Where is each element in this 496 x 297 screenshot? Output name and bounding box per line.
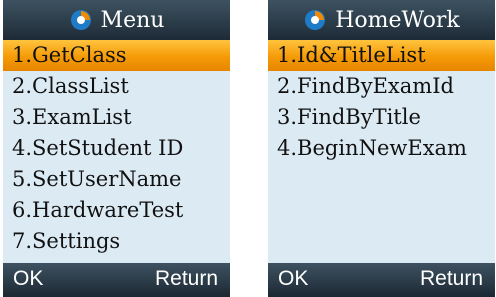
menu-screen: Menu 1.GetClass 2.ClassList 3.ExamList 4… — [3, 0, 230, 297]
menu-item-begin-new-exam[interactable]: 4.BeginNewExam — [268, 133, 495, 164]
menu-item-find-by-title[interactable]: 3.FindByTitle — [268, 102, 495, 133]
menu-item-set-student-id[interactable]: 4.SetStudent ID — [3, 133, 230, 164]
screen-title: Menu — [100, 7, 165, 33]
title-bar: Menu — [3, 0, 230, 40]
menu-item-set-user-name[interactable]: 5.SetUserName — [3, 164, 230, 195]
softkey-bar: OK Return — [268, 263, 495, 297]
menu-item-exam-list[interactable]: 3.ExamList — [3, 102, 230, 133]
ok-softkey[interactable]: OK — [278, 267, 308, 291]
return-softkey[interactable]: Return — [420, 267, 483, 291]
menu-item-settings[interactable]: 7.Settings — [3, 226, 230, 257]
screen-title: HomeWork — [335, 7, 460, 33]
homework-screen: HomeWork 1.Id&TitleList 2.FindByExamId 3… — [268, 0, 495, 297]
menu-item-get-class[interactable]: 1.GetClass — [3, 40, 230, 71]
menu-item-find-by-exam-id[interactable]: 2.FindByExamId — [268, 71, 495, 102]
ok-softkey[interactable]: OK — [13, 267, 43, 291]
menu-item-hardware-test[interactable]: 6.HardwareTest — [3, 195, 230, 226]
app-logo-icon — [69, 8, 93, 32]
menu-list: 1.GetClass 2.ClassList 3.ExamList 4.SetS… — [3, 40, 230, 257]
menu-item-class-list[interactable]: 2.ClassList — [3, 71, 230, 102]
menu-item-id-title-list[interactable]: 1.Id&TitleList — [268, 40, 495, 71]
app-logo-icon — [303, 8, 327, 32]
softkey-bar: OK Return — [3, 263, 230, 297]
title-bar: HomeWork — [268, 0, 495, 40]
menu-list: 1.Id&TitleList 2.FindByExamId 3.FindByTi… — [268, 40, 495, 164]
return-softkey[interactable]: Return — [155, 267, 218, 291]
